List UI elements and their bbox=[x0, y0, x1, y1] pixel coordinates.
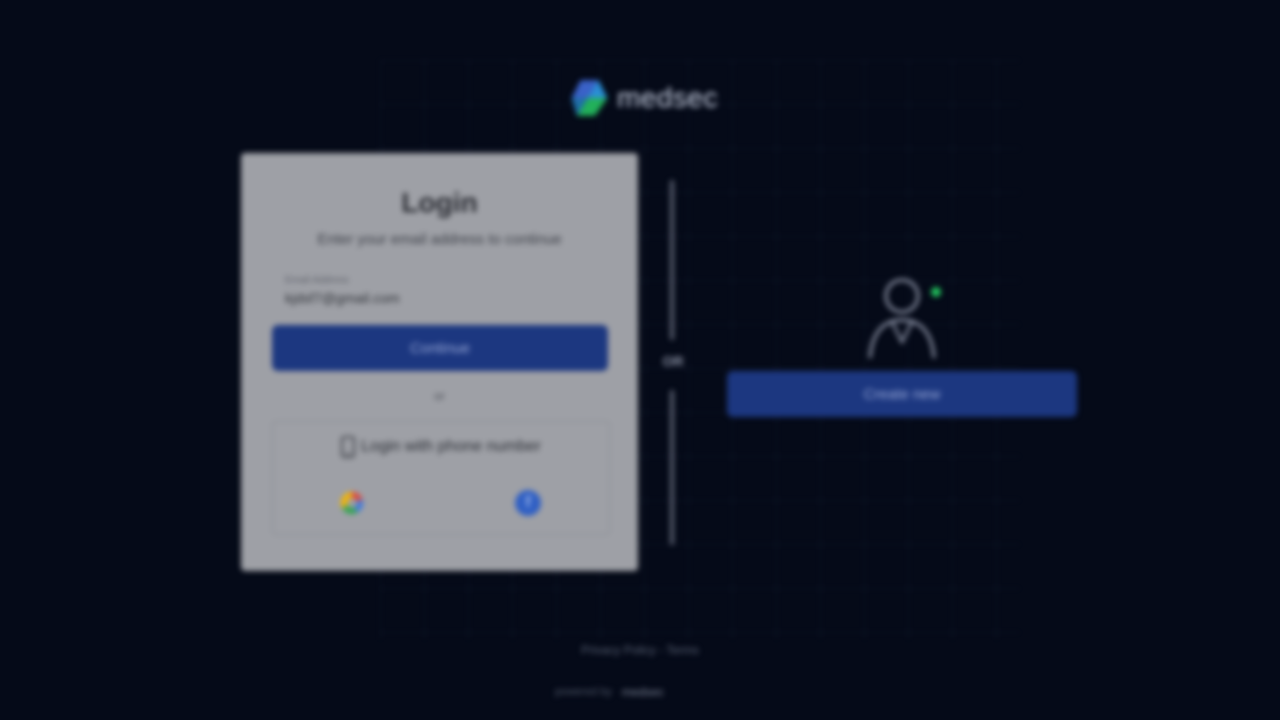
facebook-icon[interactable]: f bbox=[515, 490, 541, 516]
or-divider-label: OR bbox=[662, 353, 684, 369]
login-screen: medsec Login Enter your email address to… bbox=[0, 0, 1280, 720]
powered-by-label: powered by bbox=[555, 686, 612, 698]
divider-line-top bbox=[670, 180, 674, 340]
medsec-logo-icon bbox=[571, 80, 608, 116]
login-subtitle: Enter your email address to continue bbox=[317, 231, 562, 248]
phone-icon bbox=[341, 436, 355, 458]
powered-by-brand[interactable]: medsec bbox=[622, 685, 664, 699]
create-new-button[interactable]: Create new bbox=[727, 371, 1077, 417]
doctor-avatar-icon bbox=[868, 278, 941, 359]
email-label: Email Address bbox=[285, 275, 349, 286]
login-card: Login Enter your email address to contin… bbox=[241, 153, 638, 571]
brand-name: medsec bbox=[616, 82, 718, 113]
footer-powered-by: powered by medsec bbox=[555, 682, 735, 702]
brand-logo: medsec bbox=[568, 72, 718, 124]
continue-button[interactable]: Continue bbox=[272, 325, 608, 371]
login-with-phone-button[interactable]: Login with phone number bbox=[273, 436, 609, 458]
divider-line-bottom bbox=[670, 390, 674, 545]
footer-legal-link[interactable]: Privacy Policy - Terms bbox=[0, 643, 1280, 657]
login-with-phone-label: Login with phone number bbox=[361, 438, 541, 455]
email-field[interactable]: kjdsf7@gmail.com bbox=[285, 290, 400, 306]
or-separator: or bbox=[434, 389, 445, 403]
google-icon[interactable] bbox=[339, 490, 365, 516]
login-title: Login bbox=[401, 187, 478, 218]
alternative-login-panel: Login with phone number f bbox=[272, 421, 610, 535]
